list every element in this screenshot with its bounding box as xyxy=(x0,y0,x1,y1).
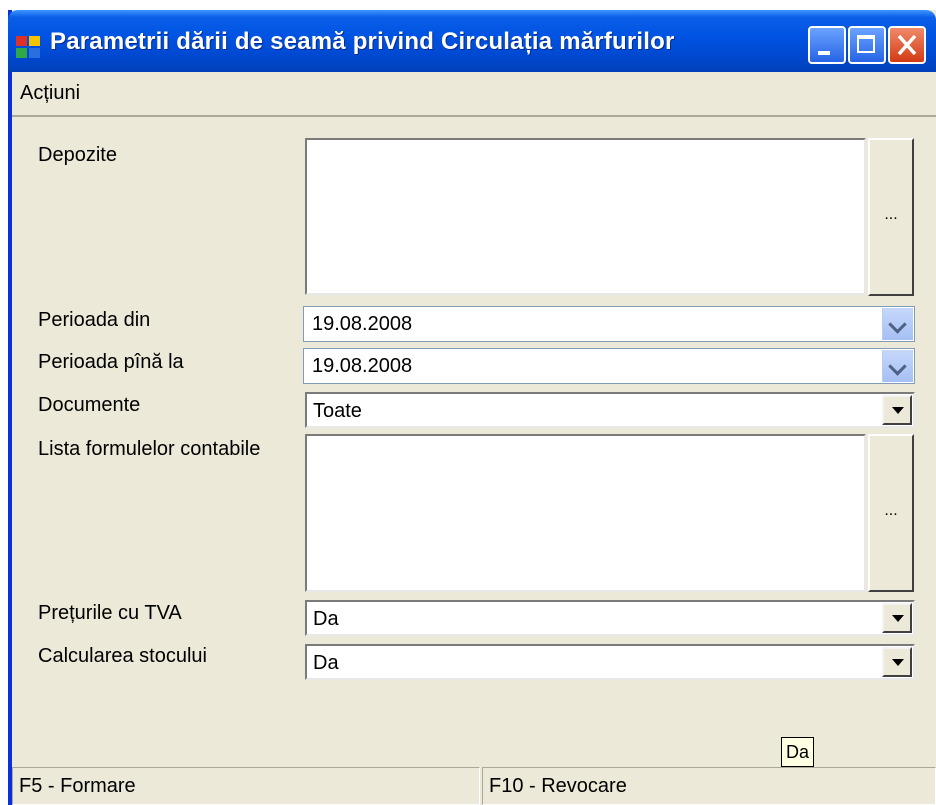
dropdown-arrow-icon[interactable] xyxy=(882,395,912,425)
perioada-din-date-picker[interactable]: 19.08.2008 xyxy=(303,306,915,342)
menu-bar: Acțiuni xyxy=(12,72,936,116)
documente-label: Documente xyxy=(38,394,141,416)
depozite-list[interactable] xyxy=(305,138,866,295)
calcularea-label: Calcularea stocului xyxy=(38,645,207,667)
calcularea-select[interactable]: Da xyxy=(305,644,915,680)
chevron-down-icon[interactable] xyxy=(882,350,913,382)
formule-browse-button[interactable]: ... xyxy=(868,434,914,592)
dropdown-arrow-icon[interactable] xyxy=(882,647,912,677)
app-icon xyxy=(16,36,42,60)
close-button[interactable] xyxy=(888,26,926,64)
preturile-value: Da xyxy=(313,608,339,630)
minimize-icon xyxy=(818,51,830,55)
perioada-pina-label: Perioada pînă la xyxy=(38,351,184,373)
maximize-icon xyxy=(857,35,875,53)
dropdown-arrow-icon[interactable] xyxy=(882,603,912,633)
preturile-select[interactable]: Da xyxy=(305,600,915,636)
status-panel-revocare: F10 - Revocare xyxy=(482,767,936,805)
calcularea-value: Da xyxy=(313,652,339,674)
close-icon xyxy=(897,34,917,56)
preturile-label: Prețurile cu TVA xyxy=(38,602,182,624)
tooltip: Da xyxy=(781,737,815,767)
documente-value: Toate xyxy=(313,400,362,422)
depozite-label: Depozite xyxy=(38,144,117,166)
title-bar[interactable]: Parametrii dării de seamă privind Circul… xyxy=(8,10,936,72)
formule-label: Lista formulelor contabile xyxy=(38,438,261,460)
menu-separator xyxy=(12,115,936,117)
perioada-din-value: 19.08.2008 xyxy=(312,313,413,335)
status-formare-text: F5 - Formare xyxy=(19,775,136,797)
maximize-button[interactable] xyxy=(848,26,886,64)
window-title: Parametrii dării de seamă privind Circul… xyxy=(50,28,675,55)
report-parameters-window: Parametrii dării de seamă privind Circul… xyxy=(8,10,936,805)
perioada-pina-date-picker[interactable]: 19.08.2008 xyxy=(303,348,915,384)
chevron-down-icon[interactable] xyxy=(882,308,913,340)
minimize-button[interactable] xyxy=(808,26,846,64)
perioada-pina-value: 19.08.2008 xyxy=(312,355,413,377)
formule-list[interactable] xyxy=(305,434,866,592)
documente-select[interactable]: Toate xyxy=(305,392,915,428)
status-panel-formare: F5 - Formare xyxy=(12,767,480,805)
menu-actiuni[interactable]: Acțiuni xyxy=(20,82,80,105)
status-revocare-text: F10 - Revocare xyxy=(489,775,627,797)
perioada-din-label: Perioada din xyxy=(38,309,151,331)
depozite-browse-button[interactable]: ... xyxy=(868,138,914,296)
